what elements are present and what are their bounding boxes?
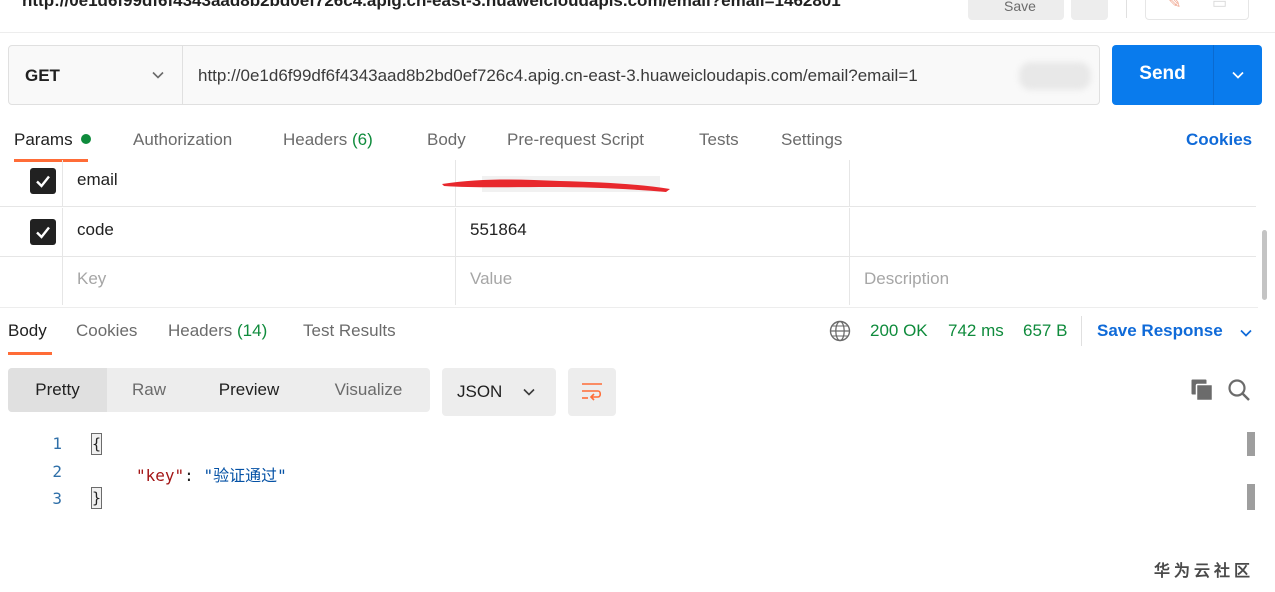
chevron-down-icon [523,388,535,396]
tab-params-label: Params [14,130,73,149]
json-colon: : [184,466,204,485]
view-mode-segmented: Pretty Raw Preview Visualize [8,368,430,412]
search-icon[interactable] [1227,378,1251,402]
redacted-url-part [1019,62,1091,90]
param-value-cell[interactable]: 551864 [456,208,850,256]
line-number: 1 [52,434,62,453]
edit-comment-buttons[interactable]: ✎ ▭ [1145,0,1249,20]
param-description-cell[interactable] [850,208,1256,256]
editor-scroll-marker [1247,484,1255,510]
table-row: code 551864 [0,208,1256,257]
watermark: 华为云社区 [1154,563,1255,580]
copy-icon[interactable] [1190,378,1214,402]
chevron-down-icon[interactable] [1230,67,1246,83]
active-tab-indicator [8,352,52,355]
preview-button[interactable]: Preview [191,368,307,412]
tab-headers[interactable]: Headers (6) [283,130,373,150]
tab-prerequest-script[interactable]: Pre-request Script [507,130,644,150]
method-select[interactable]: GET [9,46,183,104]
request-title-bar: http://0e1d6f99df6f4343aad8b2bd0ef726c4.… [0,0,1275,33]
response-body-editor[interactable]: 1 2 3 { "key": "验证通过" } [0,428,1275,528]
tab-tests[interactable]: Tests [699,130,739,150]
save-button-label: Save [1004,0,1036,14]
pretty-button[interactable]: Pretty [8,368,107,412]
divider [1213,45,1214,105]
response-size[interactable]: 657 B [1023,321,1067,341]
tab-body[interactable]: Body [427,130,466,150]
param-description-input[interactable]: Description [850,257,1256,305]
chevron-down-icon[interactable] [1239,326,1253,340]
tab-response-headers[interactable]: Headers (14) [168,321,267,341]
wrap-lines-button[interactable] [568,368,616,416]
language-select-label: JSON [457,382,503,401]
chevron-down-icon [152,71,164,79]
json-key: "key" [136,466,185,485]
line-number: 2 [52,462,62,481]
json-value: "验证通过" [203,466,287,485]
params-scrollbar[interactable] [1261,170,1269,300]
tab-response-body[interactable]: Body [8,321,47,341]
param-checkbox-cell [0,160,63,206]
params-active-dot [80,134,91,144]
param-key-input[interactable]: Key [63,257,456,305]
scrollbar-thumb[interactable] [1262,230,1267,300]
tab-settings[interactable]: Settings [781,130,842,150]
url-input[interactable]: http://0e1d6f99df6f4343aad8b2bd0ef726c4.… [198,66,1028,86]
tab-headers-label: Headers [283,130,348,149]
json-close-brace: } [91,487,102,509]
param-key-cell[interactable]: email [63,160,456,206]
table-row-new: Key Value Description [0,257,1256,306]
response-tabs: Body Cookies Headers (14) Test Results [0,312,1275,356]
tab-test-results[interactable]: Test Results [303,321,396,341]
tab-response-cookies[interactable]: Cookies [76,321,137,341]
send-button[interactable]: Send [1112,45,1262,105]
editor-scroll-marker [1247,432,1255,456]
tab-response-headers-count: (14) [237,321,268,340]
visualize-button[interactable]: Visualize [307,368,430,412]
method-label: GET [25,66,60,85]
line-number: 3 [52,489,62,508]
save-response-button[interactable]: Save Response [1097,321,1223,341]
param-checkbox-cell [0,257,63,305]
save-button[interactable]: Save [968,0,1064,20]
tab-params[interactable]: Params [14,130,91,150]
request-title[interactable]: http://0e1d6f99df6f4343aad8b2bd0ef726c4.… [22,0,952,11]
raw-button[interactable]: Raw [107,368,191,412]
divider [1081,316,1082,346]
redaction-mark [442,176,670,192]
json-key-line: "key": "验证通过" [136,462,287,486]
tab-headers-count: (6) [352,130,373,149]
json-open-brace: { [91,433,102,455]
edit-icon[interactable]: ✎ [1168,0,1181,13]
tab-authorization[interactable]: Authorization [133,130,232,150]
response-status[interactable]: 200 OK [870,321,928,341]
checkbox-checked-icon[interactable] [30,168,56,194]
param-key-cell[interactable]: code [63,208,456,256]
language-select[interactable]: JSON [442,368,556,416]
globe-icon[interactable] [829,320,851,342]
divider [1126,0,1127,18]
comment-icon[interactable]: ▭ [1212,0,1227,13]
request-url-bar: GET http://0e1d6f99df6f4343aad8b2bd0ef72… [8,45,1100,105]
param-checkbox-cell [0,208,63,256]
save-options-button[interactable] [1071,0,1108,20]
request-tabs: Params Authorization Headers (6) Body Pr… [0,126,1275,162]
send-button-label: Send [1139,63,1186,84]
param-description-cell[interactable] [850,160,1256,206]
cookies-link[interactable]: Cookies [1186,130,1252,150]
param-value-input[interactable]: Value [456,257,850,305]
wrap-lines-icon [582,383,602,401]
tab-response-headers-label: Headers [168,321,233,340]
checkbox-checked-icon[interactable] [30,219,56,245]
response-time[interactable]: 742 ms [948,321,1004,341]
